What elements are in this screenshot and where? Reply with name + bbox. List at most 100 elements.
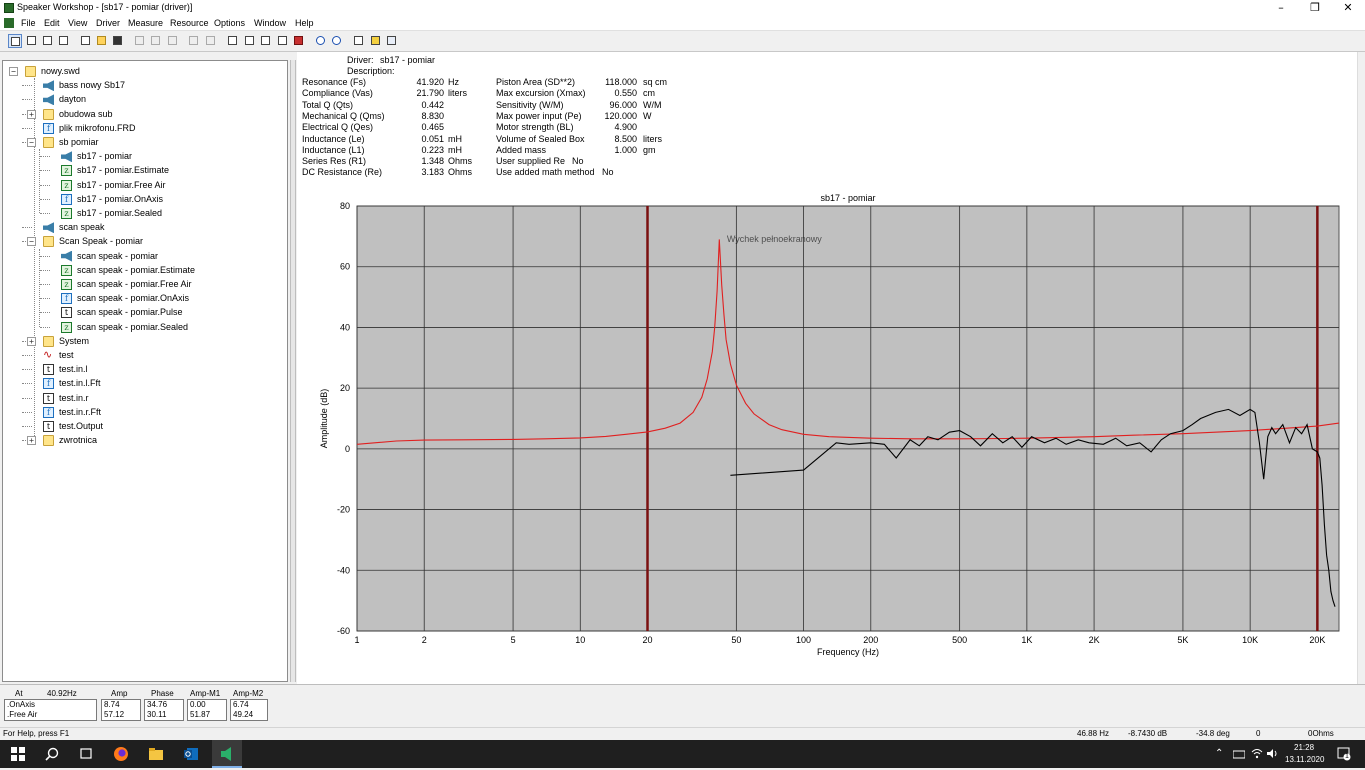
wifi-icon[interactable] [1251,748,1263,761]
amp-m1-header: Amp-M1 [190,689,221,698]
tree-item-label: test.in.l.Fft [59,378,101,389]
param-unit: W/M [643,99,662,110]
clock-date[interactable]: 13.11.2020 [1285,755,1324,764]
time-doc-icon: t [43,364,54,376]
tree-guide-line [22,426,32,427]
menu-file[interactable]: File [21,18,36,28]
impedance-doc-icon: z [61,208,72,219]
param-value: 1.000 [614,144,637,155]
speaker-icon [43,94,54,106]
tree-item-label: dayton [59,94,87,105]
file-explorer-icon[interactable] [148,746,164,762]
new-file-icon[interactable] [79,34,93,48]
param-value: 0.442 [421,99,444,110]
menu-options[interactable]: Options [214,18,245,28]
volume-icon[interactable] [1266,748,1278,761]
zoom-out-icon[interactable] [330,34,344,48]
phase-column: 34.76 30.11 [144,699,184,721]
tree-item-label: scan speak - pomiar [77,250,159,261]
window-icon[interactable] [243,34,257,48]
param-label: Max power input (Pe) [496,110,582,121]
expand-icon[interactable]: + [27,336,36,346]
collapse-icon[interactable]: − [27,237,36,247]
x-tick-label: 2 [422,635,427,645]
tree-item-label: bass nowy Sb17 [59,80,126,91]
firefox-icon[interactable] [113,746,129,762]
menu-measure[interactable]: Measure [128,18,163,28]
tree-item-label: scan speak - pomiar.Free Air [77,279,192,289]
amp-column: 8.74 57.12 [101,699,141,721]
menu-help[interactable]: Help [295,18,314,28]
project-tree[interactable]: − nowy.swd bass nowy Sb17 dayton + obudowa su… [2,60,288,682]
collapse-icon[interactable]: − [9,67,18,76]
amp-m2-column: 6.74 49.24 [230,699,268,721]
amp-m2-freeair: 49.24 [233,710,254,719]
menu-edit[interactable]: Edit [44,18,60,28]
grid-view-icon[interactable] [57,34,71,48]
folder-icon [43,108,54,120]
speaker-workshop-task[interactable] [212,740,242,768]
param-value: 0.051 [421,133,444,144]
menu-window[interactable]: Window [254,18,286,28]
open-icon[interactable] [226,34,240,48]
speaker-icon [61,250,72,262]
tray-expand-icon[interactable]: ⌃ [1215,748,1223,759]
minimize-button[interactable]: – [1264,0,1298,16]
menu-view[interactable]: View [68,18,87,28]
param-unit: liters [448,88,468,99]
search-icon[interactable] [44,746,60,762]
tree-view-icon[interactable] [8,34,22,48]
maximize-button[interactable]: ❐ [1298,0,1332,16]
print-icon[interactable] [352,34,366,48]
impedance-doc-icon: z [61,179,72,191]
driver-view: Driver: sb17 - pomiar Description: sb17 … [297,52,1357,684]
tree-guide-line [22,85,32,87]
param-label: Use added math method [496,167,595,178]
param-label: Total Q (Qts) [302,99,354,110]
amp-m2-header: Amp-M2 [233,689,264,698]
status-db: -8.7430 dB [1128,729,1168,738]
collapse-icon[interactable]: − [27,138,36,147]
outlook-icon[interactable] [183,746,199,762]
folder-icon [43,435,54,447]
tree-guide-line [22,99,32,101]
network-icon[interactable] [1232,749,1246,761]
pane-splitter[interactable] [290,60,296,682]
open-folder-icon[interactable] [95,34,109,48]
zoom-in-icon[interactable] [314,34,328,48]
at-value: 40.92Hz [47,689,77,698]
windows-start-icon[interactable] [10,746,26,762]
status-frequency: 46.88 Hz [1077,729,1110,738]
param-unit: gm [643,144,656,155]
tree-item-label: sb17 - pomiar.Free Air [77,179,166,190]
signal-wave-icon: ∿ [43,349,53,361]
save-icon[interactable] [111,34,125,48]
param-unit: Ohms [448,156,473,167]
settings-icon[interactable] [369,34,383,48]
print-preview-icon[interactable] [276,34,290,48]
menu-driver[interactable]: Driver [96,18,120,28]
param-label: Compliance (Vas) [302,88,373,99]
list-view-icon[interactable] [25,34,39,48]
param-value: 0.465 [421,122,444,133]
close-button[interactable]: ✕ [1331,0,1365,16]
folder-icon [43,137,54,148]
chart-icon[interactable] [259,34,273,48]
tree-guide-line [40,312,50,314]
param-label: Series Res (R1) [302,156,367,167]
detail-view-icon[interactable] [41,34,55,48]
menu-resource[interactable]: Resource [170,18,209,28]
tree-guide-line [40,213,50,214]
expand-icon[interactable]: + [27,436,36,446]
expand-icon[interactable]: + [27,109,36,119]
record-icon[interactable] [292,34,306,48]
param-value: No [602,167,614,178]
tree-item-label: sb17 - pomiar.Sealed [77,208,163,218]
vertical-scrollbar[interactable] [1357,52,1365,684]
task-view-icon[interactable] [78,746,94,762]
x-tick-label: 5K [1177,635,1188,645]
document-icon[interactable] [4,18,14,28]
context-help-icon[interactable] [385,34,399,48]
clock-time[interactable]: 21:28 [1294,743,1314,752]
tree-item-label: sb17 - pomiar.Estimate [77,165,170,176]
